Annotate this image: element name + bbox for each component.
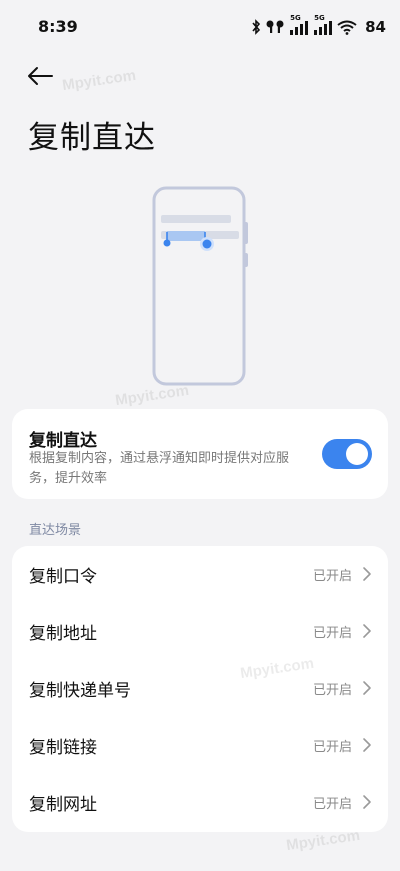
list-item-status: 已开启 — [312, 797, 352, 812]
list-item-label: 复制链接 — [29, 738, 97, 758]
list-item[interactable]: 复制快递单号 已开启 — [12, 660, 388, 717]
network-type-label: 5G — [314, 14, 325, 22]
list-item-label: 复制地址 — [29, 624, 97, 644]
status-icons: 5G 5G 84 — [251, 14, 386, 38]
toggle-knob — [346, 443, 368, 465]
list-item-status: 已开启 — [312, 569, 352, 584]
chevron-right-icon — [362, 794, 372, 810]
list-item-label: 复制快递单号 — [29, 681, 131, 701]
network-type-label: 5G — [290, 14, 301, 22]
list-item-status: 已开启 — [312, 626, 352, 641]
section-label: 直达场景 — [29, 523, 82, 538]
copy-direct-toggle[interactable] — [322, 439, 372, 469]
phone-illustration — [150, 185, 250, 387]
watermark: Mpyit.com — [114, 381, 191, 410]
earbuds-icon — [265, 19, 285, 35]
status-time: 8:39 — [38, 17, 78, 36]
bluetooth-icon — [251, 19, 261, 35]
list-item[interactable]: 复制链接 已开启 — [12, 717, 388, 774]
chevron-right-icon — [362, 737, 372, 753]
list-item[interactable]: 复制地址 已开启 — [12, 603, 388, 660]
back-arrow-icon — [27, 66, 53, 90]
list-item-label: 复制网址 — [29, 795, 97, 815]
setting-description: 根据复制内容，通过悬浮通知即时提供对应服务，提升效率 — [29, 451, 290, 486]
signal-icon: 5G — [313, 14, 333, 36]
list-item[interactable]: 复制口令 已开启 — [12, 546, 388, 603]
chevron-right-icon — [362, 566, 372, 582]
battery-level: 84 — [365, 18, 386, 36]
signal-icon: 5G — [289, 14, 309, 36]
status-bar: 8:39 5G 5G 84 — [0, 0, 400, 54]
list-item-status: 已开启 — [312, 740, 352, 755]
list-item[interactable]: 复制网址 已开启 — [12, 774, 388, 831]
chevron-right-icon — [362, 623, 372, 639]
list-item-label: 复制口令 — [29, 567, 97, 587]
list-item-status: 已开启 — [312, 683, 352, 698]
wifi-icon — [337, 19, 357, 35]
chevron-right-icon — [362, 680, 372, 696]
scene-list: 复制口令 已开启 复制地址 已开启 复制快递单号 已开启 复制链接 已开启 复制… — [12, 546, 388, 832]
back-button[interactable] — [22, 62, 58, 94]
watermark: Mpyit.com — [61, 66, 138, 95]
setting-title: 复制直达 — [29, 431, 97, 451]
page-title: 复制直达 — [28, 120, 156, 156]
copy-direct-card: 复制直达 根据复制内容，通过悬浮通知即时提供对应服务，提升效率 — [12, 409, 388, 499]
